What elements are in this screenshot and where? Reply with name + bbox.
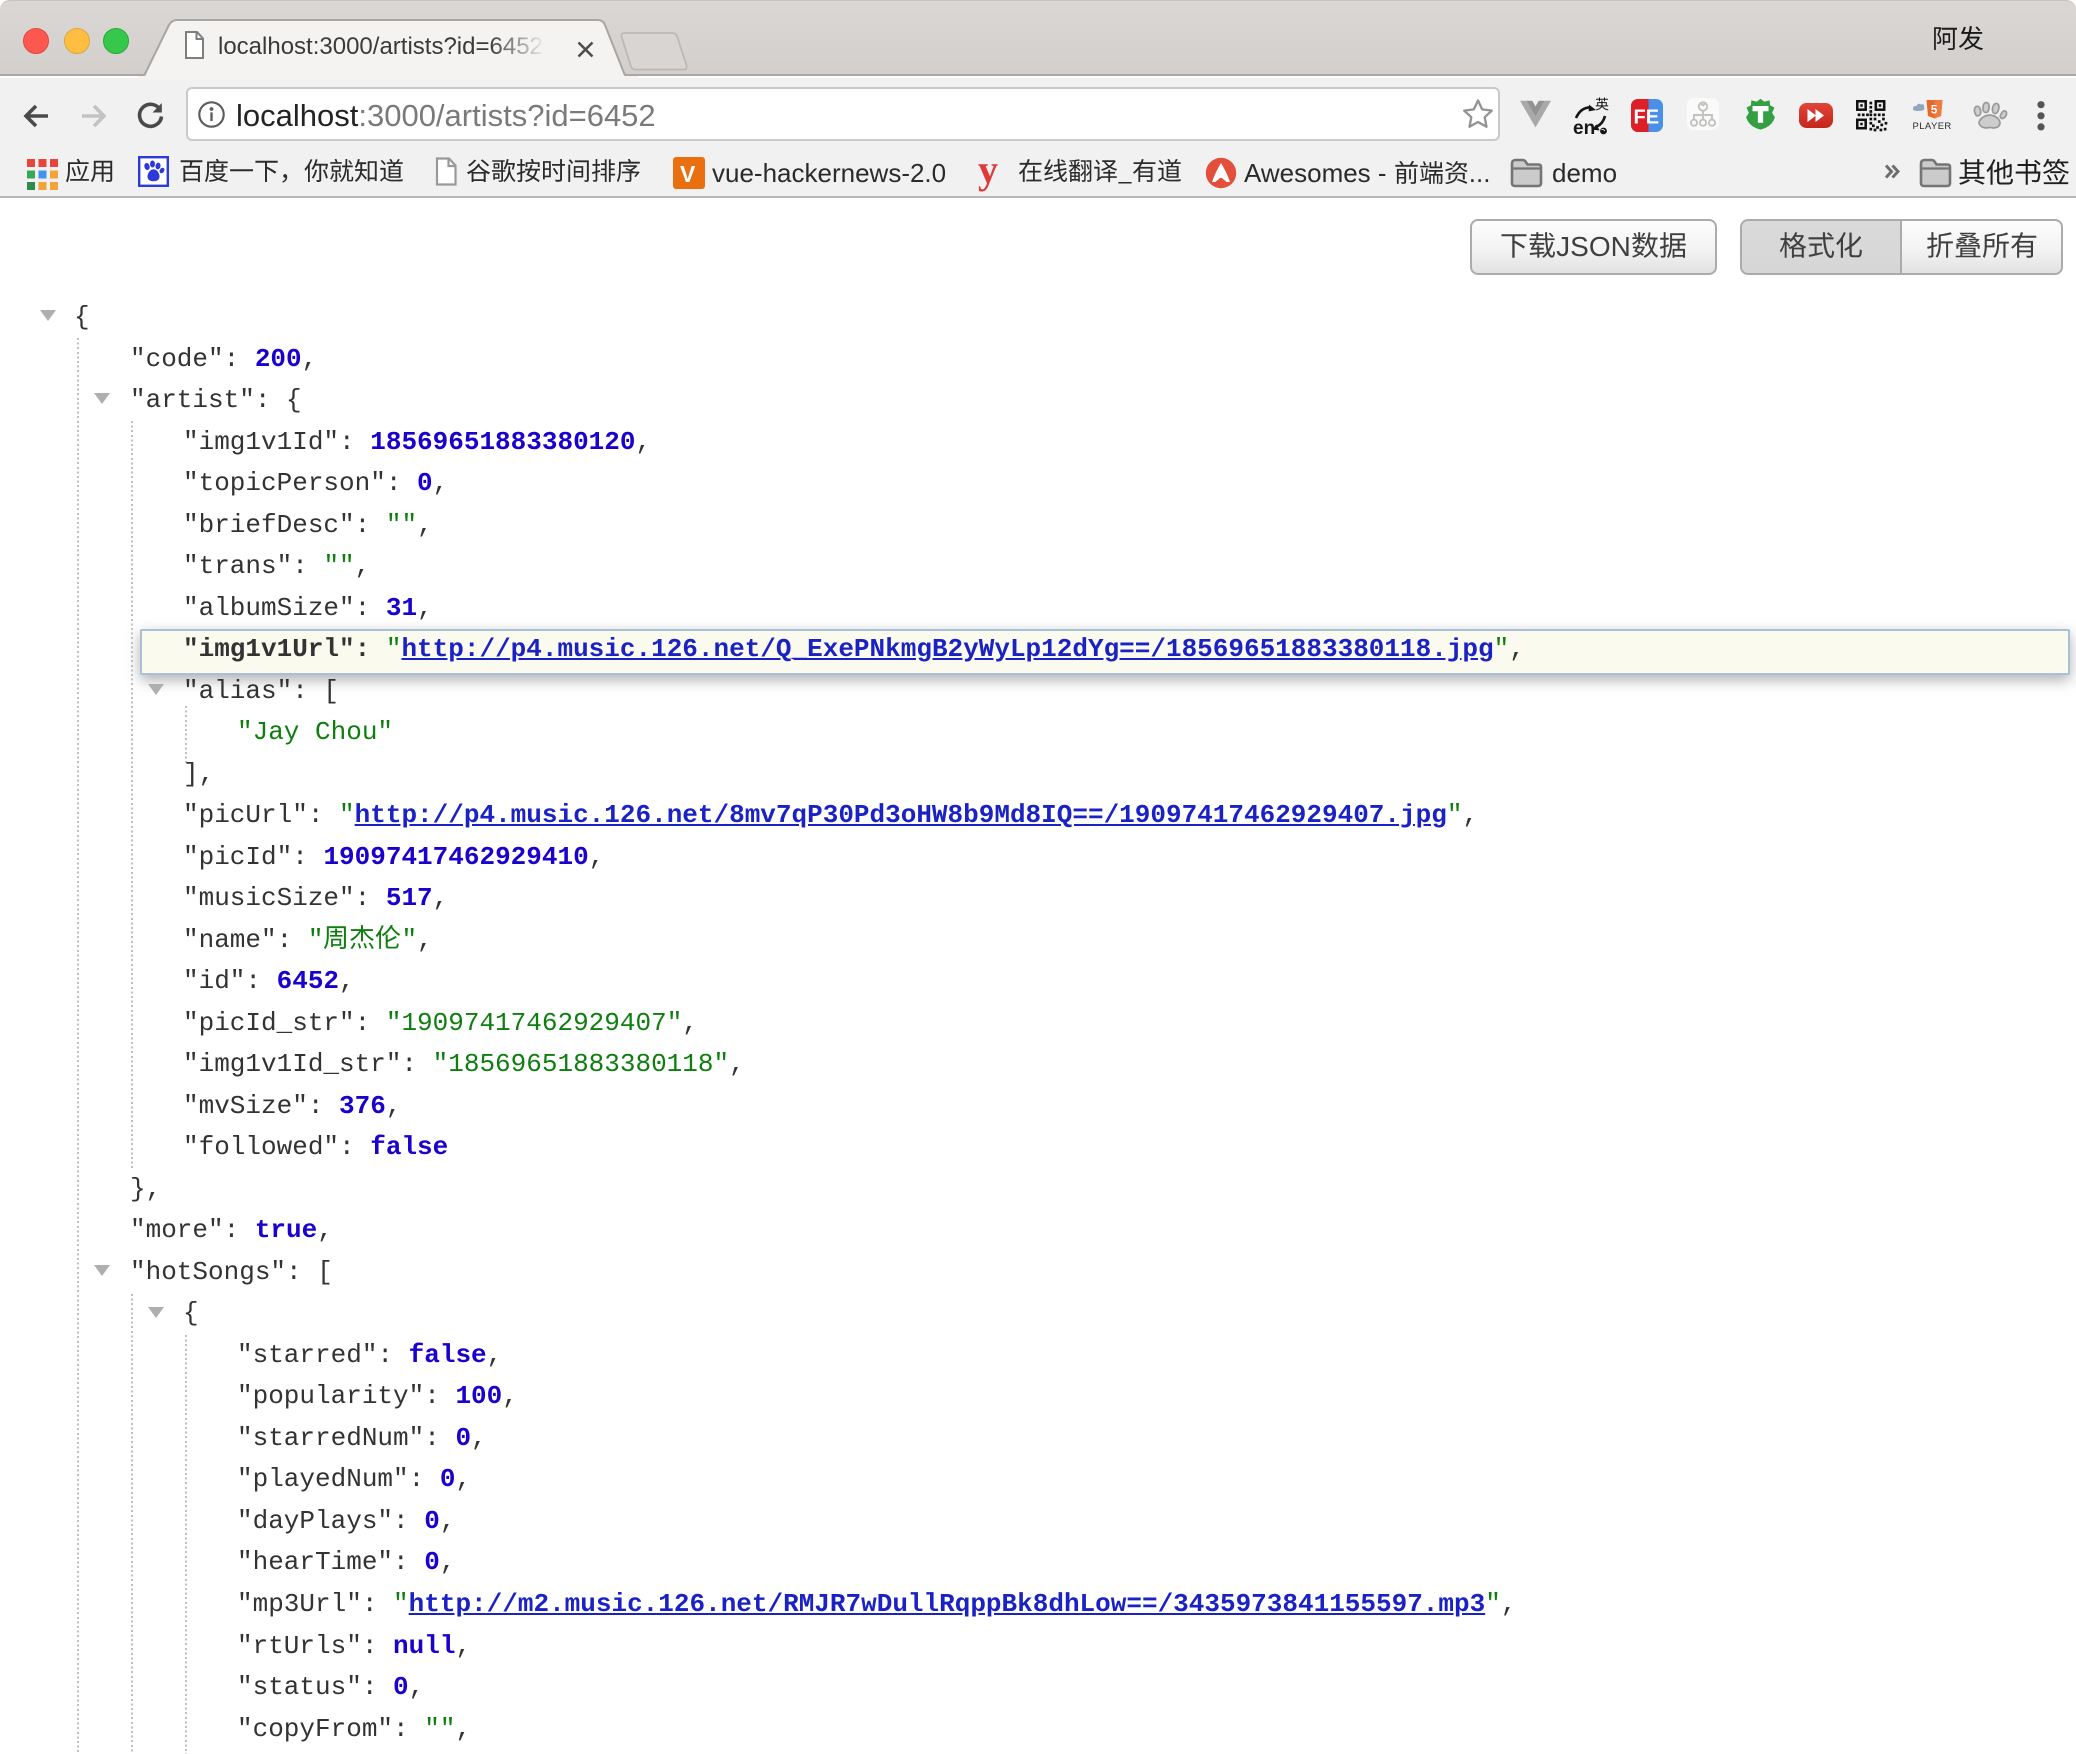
svg-text:V: V: [680, 161, 696, 187]
svg-text:PLAYER: PLAYER: [1913, 121, 1952, 132]
svg-text:5: 5: [1931, 103, 1938, 117]
svg-text:en: en: [1573, 118, 1595, 139]
svg-text:FE: FE: [1634, 107, 1660, 129]
